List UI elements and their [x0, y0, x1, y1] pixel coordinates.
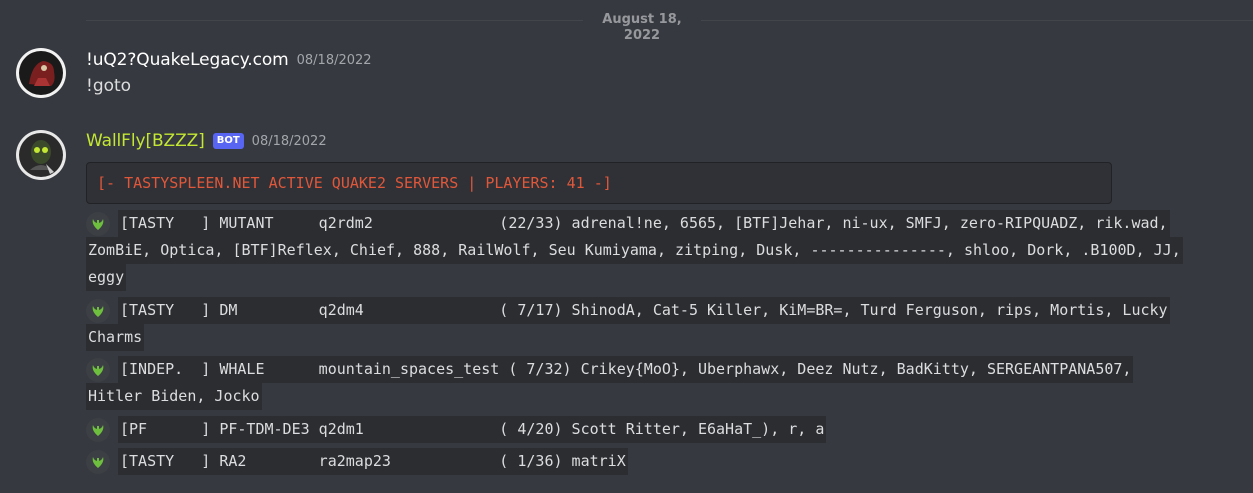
server-line-text: [PF ] PF-TDM-DE3 q2dm1 ( 4/20) Scott Rit… [118, 416, 827, 443]
server-line-text: [TASTY ] MUTANT q2rdm2 (22/33) adrenal!n… [118, 210, 1170, 237]
server-line-text: ZomBiE, Optica, [BTF]Reflex, Chief, 888,… [86, 237, 1183, 264]
server-entry: [TASTY ] DM q2dm4 ( 7/17) ShinodA, Cat-5… [86, 297, 1231, 351]
server-list-banner: [- TASTYSPLEEN.NET ACTIVE QUAKE2 SERVERS… [86, 162, 1112, 204]
timestamp: 08/18/2022 [296, 52, 372, 68]
server-entry: [INDEP. ] WHALE mountain_spaces_test ( 7… [86, 356, 1231, 410]
quake-icon [86, 357, 110, 382]
server-line-text: [INDEP. ] WHALE mountain_spaces_test ( 7… [118, 356, 1134, 383]
quake-icon [86, 298, 110, 323]
server-entry: [PF ] PF-TDM-DE3 q2dm1 ( 4/20) Scott Rit… [86, 416, 1231, 443]
bot-badge: BOT [212, 133, 244, 149]
message-header: !uQ2?QuakeLegacy.com 08/18/2022 [86, 48, 372, 72]
avatar[interactable] [16, 48, 66, 98]
server-entry: [TASTY ] RA2 ra2map23 ( 1/36) matriX [86, 448, 1231, 475]
bot-username[interactable]: WallFly[BZZZ] [86, 131, 205, 151]
server-entry: [TASTY ] MUTANT q2rdm2 (22/33) adrenal!n… [86, 210, 1231, 291]
quake-icon [86, 417, 110, 442]
server-line-text: [TASTY ] RA2 ra2map23 ( 1/36) matriX [118, 448, 628, 475]
server-line-text: eggy [86, 264, 127, 291]
server-line-text: Hitler Biden, Jocko [86, 383, 262, 410]
timestamp: 08/18/2022 [251, 133, 327, 149]
date-divider: August 18, 2022 [583, 12, 701, 44]
server-line-text: Charms [86, 324, 145, 351]
quake-icon [86, 449, 110, 474]
server-line-text: [TASTY ] DM q2dm4 ( 7/17) ShinodA, Cat-5… [118, 297, 1170, 324]
username[interactable]: !uQ2?QuakeLegacy.com [86, 50, 289, 70]
bot-message-header: WallFly[BZZZ] BOT 08/18/2022 [86, 129, 327, 153]
message-text: !goto [86, 76, 132, 96]
quake-icon [86, 211, 110, 236]
bot-avatar[interactable] [16, 130, 66, 180]
